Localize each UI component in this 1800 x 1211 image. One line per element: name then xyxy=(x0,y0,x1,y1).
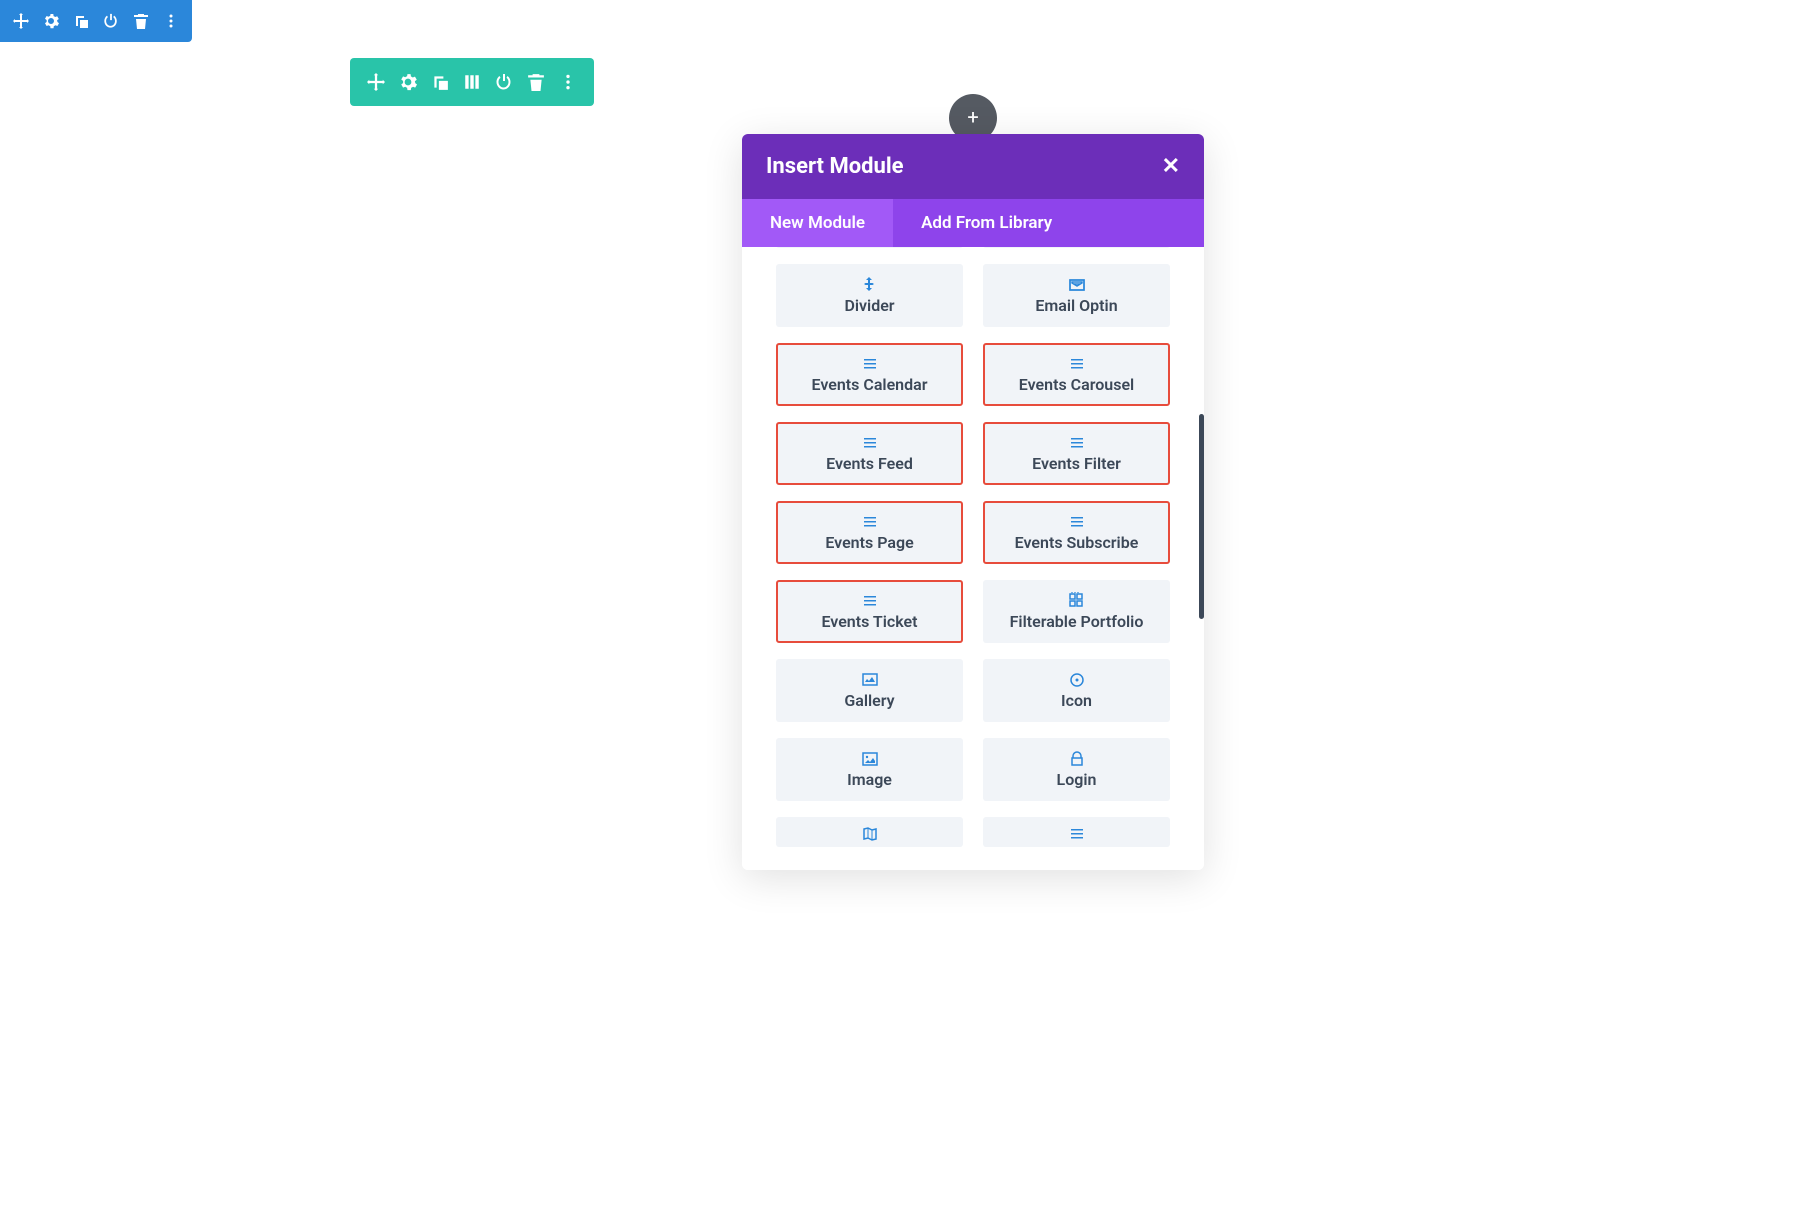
module-label: Events Carousel xyxy=(1019,375,1134,394)
module-item-gallery[interactable]: Gallery xyxy=(776,659,963,722)
module-label: Email Optin xyxy=(1035,296,1117,315)
module-grid: Contact Form Countdown Timer Divider Email … xyxy=(742,247,1204,861)
lock-icon xyxy=(1068,750,1086,768)
list-icon xyxy=(861,355,879,373)
module-label: Icon xyxy=(1061,691,1092,710)
module-item-email-optin[interactable]: Email Optin xyxy=(983,264,1170,327)
module-item-divider[interactable]: Divider xyxy=(776,264,963,327)
module-label: Events Ticket xyxy=(821,612,917,631)
row-more-button[interactable] xyxy=(552,66,584,98)
panel-header: Insert Module ✕ xyxy=(742,134,1204,199)
plus-icon: + xyxy=(967,105,978,129)
module-item-events-subscribe[interactable]: Events Subscribe xyxy=(983,501,1170,564)
module-item-events-ticket[interactable]: Events Ticket xyxy=(776,580,963,643)
module-label: Events Feed xyxy=(826,454,913,473)
row-settings-button[interactable] xyxy=(392,66,424,98)
section-duplicate-button[interactable] xyxy=(66,6,96,36)
list-icon xyxy=(1068,355,1086,373)
module-item-events-page[interactable]: Events Page xyxy=(776,501,963,564)
module-item-login[interactable]: Login xyxy=(983,738,1170,801)
image-icon xyxy=(861,750,879,768)
section-move-button[interactable] xyxy=(6,6,36,36)
module-item-countdown-timer[interactable]: Countdown Timer xyxy=(983,247,1170,248)
divider-icon xyxy=(861,276,879,294)
list-icon xyxy=(861,592,879,610)
module-label: Events Page xyxy=(825,533,913,552)
map-icon xyxy=(861,825,879,843)
row-duplicate-button[interactable] xyxy=(424,66,456,98)
list-icon xyxy=(1068,434,1086,452)
module-label: Login xyxy=(1057,770,1097,789)
panel-body: Contact Form Countdown Timer Divider Email … xyxy=(742,247,1204,870)
grid-icon xyxy=(1068,592,1086,610)
section-power-button[interactable] xyxy=(96,6,126,36)
tab-add-from-library[interactable]: Add From Library xyxy=(893,199,1080,247)
row-columns-button[interactable] xyxy=(456,66,488,98)
module-item-module-17[interactable] xyxy=(983,817,1170,847)
row-move-button[interactable] xyxy=(360,66,392,98)
row-power-button[interactable] xyxy=(488,66,520,98)
list-icon xyxy=(1068,825,1086,843)
list-icon xyxy=(1068,513,1086,531)
module-item-events-carousel[interactable]: Events Carousel xyxy=(983,343,1170,406)
module-label: Divider xyxy=(844,296,894,315)
module-label: Events Calendar xyxy=(812,375,928,394)
insert-module-panel: Insert Module ✕ New Module Add From Libr… xyxy=(742,134,1204,870)
module-item-image[interactable]: Image xyxy=(776,738,963,801)
gallery-icon xyxy=(861,671,879,689)
module-item-events-feed[interactable]: Events Feed xyxy=(776,422,963,485)
circle-icon xyxy=(1068,671,1086,689)
tab-new-module[interactable]: New Module xyxy=(742,199,893,247)
list-icon xyxy=(861,513,879,531)
module-item-events-calendar[interactable]: Events Calendar xyxy=(776,343,963,406)
panel-tabs: New Module Add From Library xyxy=(742,199,1204,247)
panel-title: Insert Module xyxy=(766,154,904,179)
module-item-icon[interactable]: Icon xyxy=(983,659,1170,722)
module-label: Filterable Portfolio xyxy=(1010,612,1144,631)
section-delete-button[interactable] xyxy=(126,6,156,36)
module-item-filterable-portfolio[interactable]: Filterable Portfolio xyxy=(983,580,1170,643)
module-item-events-filter[interactable]: Events Filter xyxy=(983,422,1170,485)
module-label: Events Filter xyxy=(1032,454,1121,473)
module-label: Events Subscribe xyxy=(1015,533,1139,552)
mail-icon xyxy=(1068,276,1086,294)
list-icon xyxy=(861,434,879,452)
row-delete-button[interactable] xyxy=(520,66,552,98)
section-more-button[interactable] xyxy=(156,6,186,36)
scrollbar-thumb[interactable] xyxy=(1199,414,1204,619)
section-settings-button[interactable] xyxy=(36,6,66,36)
row-toolbar xyxy=(350,58,594,106)
module-item-contact-form[interactable]: Contact Form xyxy=(776,247,963,248)
module-label: Image xyxy=(847,770,892,789)
module-label: Gallery xyxy=(844,691,894,710)
section-toolbar xyxy=(0,0,192,42)
module-item-module-16[interactable] xyxy=(776,817,963,847)
panel-close-button[interactable]: ✕ xyxy=(1162,156,1180,178)
